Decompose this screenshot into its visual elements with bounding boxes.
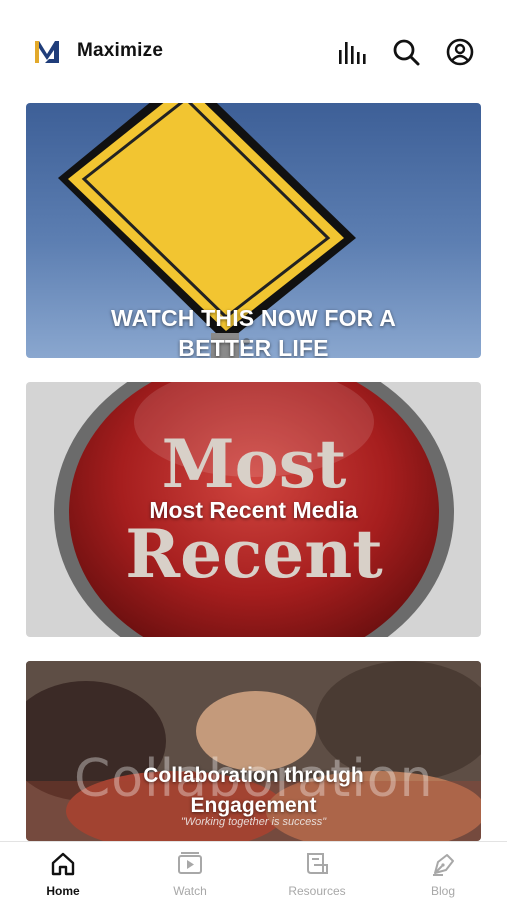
tab-label: Blog [430,884,456,898]
blog-icon [433,854,454,876]
tab-label: Resources [288,884,346,898]
card-title: Most Recent Media [149,497,358,523]
bottom-tab-bar: Home Watch Resources Blog [0,841,507,900]
tab-watch[interactable]: Watch [140,850,240,900]
search-button[interactable] [390,36,422,68]
tab-home[interactable]: Home [13,850,113,900]
carousel-dot[interactable] [243,338,250,345]
tab-label: Home [46,884,80,898]
account-button[interactable] [444,36,476,68]
app-header: Maximize [0,0,507,100]
card-title: WATCH THIS NOW FOR A BETTER LIFE [110,305,397,358]
svg-text:Most: Most [162,425,347,503]
featured-card[interactable]: WATCH THIS NOW FOR A BETTER LIFE [26,103,481,358]
watch-icon [178,852,202,874]
home-icon [51,852,75,876]
svg-text:Recent: Recent [125,515,383,593]
resources-icon [307,853,328,874]
tab-label: Watch [173,884,207,898]
card-caption: "Working together is success" [180,816,327,828]
search-icon [393,39,420,66]
collaboration-card[interactable]: Collaboration Collaboration through Enga… [26,661,481,841]
most-recent-card[interactable]: Most Recent Most Recent Media [26,382,481,637]
tab-resources[interactable]: Resources [267,850,367,900]
card-title: Collaboration through Engagement [143,764,364,817]
stats-icon [339,42,366,64]
account-icon [446,38,474,66]
maximize-logo [35,41,59,63]
stats-button[interactable] [336,36,368,68]
tab-blog[interactable]: Blog [393,850,493,900]
app-title: Maximize [77,40,164,61]
